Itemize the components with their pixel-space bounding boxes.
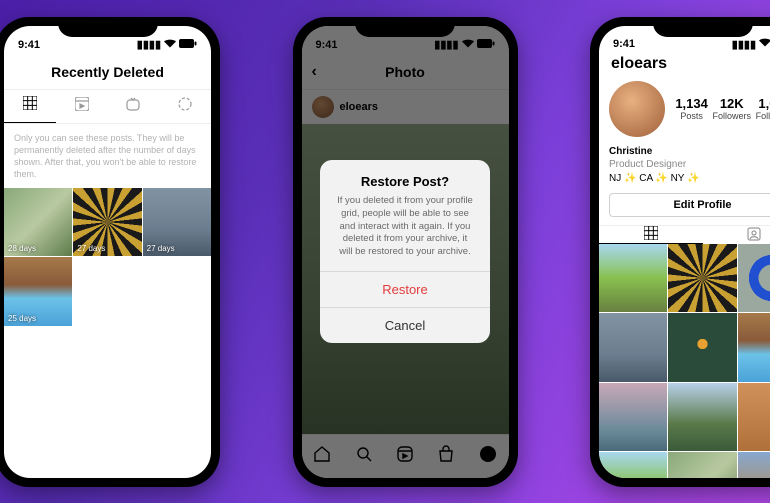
days-remaining: 25 days	[8, 314, 36, 323]
profile-thumb[interactable]	[599, 383, 667, 451]
tab-stories[interactable]	[159, 90, 211, 123]
deleted-thumb[interactable]: 28 days	[4, 188, 72, 256]
days-remaining: 28 days	[8, 244, 36, 253]
battery-icon	[179, 39, 197, 51]
stat-followers[interactable]: 12K Followers	[712, 96, 751, 121]
signal-icon: ▮▮▮▮	[137, 38, 161, 51]
dialog-body: If you deleted it from your profile grid…	[320, 193, 490, 271]
profile-bio: Christine Product Designer NJ ✨ CA ✨ NY …	[599, 145, 770, 194]
profile-thumb[interactable]	[599, 244, 667, 312]
stories-icon	[178, 97, 192, 116]
signal-icon: ▮▮▮▮	[732, 38, 756, 51]
stat-number: 1,001	[756, 96, 770, 111]
status-time: 9:41	[613, 38, 635, 50]
stat-posts[interactable]: 1,134 Posts	[675, 96, 708, 121]
deleted-grid: 28 days 27 days 27 days 25 days	[4, 188, 211, 326]
stat-following[interactable]: 1,001 Following	[756, 96, 770, 121]
hint-text: Only you can see these posts. They will …	[4, 124, 211, 189]
wifi-icon	[164, 39, 176, 51]
restore-dialog: Restore Post? If you deleted it from you…	[320, 160, 490, 343]
bio-name: Christine	[609, 145, 770, 159]
nav-header: eloears ＋	[599, 55, 770, 73]
notch	[355, 17, 455, 37]
deleted-thumb[interactable]: 27 days	[73, 188, 141, 256]
grid-icon	[23, 96, 37, 115]
stat-label: Followers	[712, 111, 751, 121]
phone-recently-deleted: 9:41 ▮▮▮▮ Recently Deleted	[0, 17, 220, 487]
profile-thumb[interactable]	[668, 383, 736, 451]
reels-icon	[75, 97, 89, 116]
profile-thumb[interactable]	[738, 383, 770, 451]
days-remaining: 27 days	[77, 244, 105, 253]
cancel-button[interactable]: Cancel	[320, 307, 490, 343]
profile-thumb[interactable]	[599, 313, 667, 381]
tab-posts[interactable]	[4, 90, 56, 123]
screen-photo: 9:41 ▮▮▮▮ ‹ Photo eloears Restore Post?	[302, 26, 509, 478]
profile-tabs	[599, 225, 770, 244]
edit-profile-button[interactable]: Edit Profile	[609, 193, 770, 217]
status-icons: ▮▮▮▮	[137, 38, 197, 51]
profile-thumb[interactable]	[668, 452, 736, 477]
profile-thumb[interactable]	[668, 244, 736, 312]
profile-username[interactable]: eloears	[611, 55, 667, 73]
avatar[interactable]	[609, 81, 665, 137]
modal-overlay: Restore Post? If you deleted it from you…	[302, 26, 509, 478]
stat-label: Posts	[675, 111, 708, 121]
stat-number: 1,134	[675, 96, 708, 111]
screen-profile: 9:41 ▮▮▮▮ eloears ＋ 1,134 Posts 12K Foll…	[599, 26, 770, 478]
days-remaining: 27 days	[147, 244, 175, 253]
profile-grid	[599, 244, 770, 478]
tab-igtv[interactable]	[108, 90, 160, 123]
page-title: Recently Deleted	[51, 64, 164, 80]
profile-thumb[interactable]	[599, 452, 667, 477]
filter-tabs	[4, 90, 211, 124]
tagged-icon	[747, 227, 761, 244]
tab-grid[interactable]	[599, 226, 703, 244]
status-icons: ▮▮▮▮	[732, 34, 770, 55]
dialog-title: Restore Post?	[320, 160, 490, 193]
igtv-icon	[126, 97, 140, 116]
profile-stats: 1,134 Posts 12K Followers 1,001 Followin…	[673, 96, 770, 121]
restore-button[interactable]: Restore	[320, 271, 490, 307]
bio-line: NJ ✨ CA ✨ NY ✨	[609, 172, 770, 186]
stat-number: 12K	[712, 96, 751, 111]
grid-icon	[644, 226, 658, 243]
stat-label: Following	[756, 111, 770, 121]
bio-role: Product Designer	[609, 158, 770, 172]
deleted-thumb[interactable]: 27 days	[143, 188, 211, 256]
notch	[58, 17, 158, 37]
profile-thumb[interactable]	[738, 244, 770, 312]
screen-recently-deleted: 9:41 ▮▮▮▮ Recently Deleted	[4, 26, 211, 478]
wifi-icon	[759, 38, 770, 50]
profile-thumb[interactable]	[738, 313, 770, 381]
profile-header: 1,134 Posts 12K Followers 1,001 Followin…	[599, 73, 770, 145]
profile-thumb[interactable]	[738, 452, 770, 477]
status-time: 9:41	[18, 39, 40, 51]
phone-restore-dialog: 9:41 ▮▮▮▮ ‹ Photo eloears Restore Post?	[293, 17, 518, 487]
phone-profile: 9:41 ▮▮▮▮ eloears ＋ 1,134 Posts 12K Foll…	[590, 17, 770, 487]
tab-tagged[interactable]	[703, 226, 770, 244]
nav-header: Recently Deleted	[4, 56, 211, 90]
tab-reels[interactable]	[56, 90, 108, 123]
profile-thumb[interactable]	[668, 313, 736, 381]
deleted-thumb[interactable]: 25 days	[4, 257, 72, 325]
notch	[653, 17, 753, 37]
